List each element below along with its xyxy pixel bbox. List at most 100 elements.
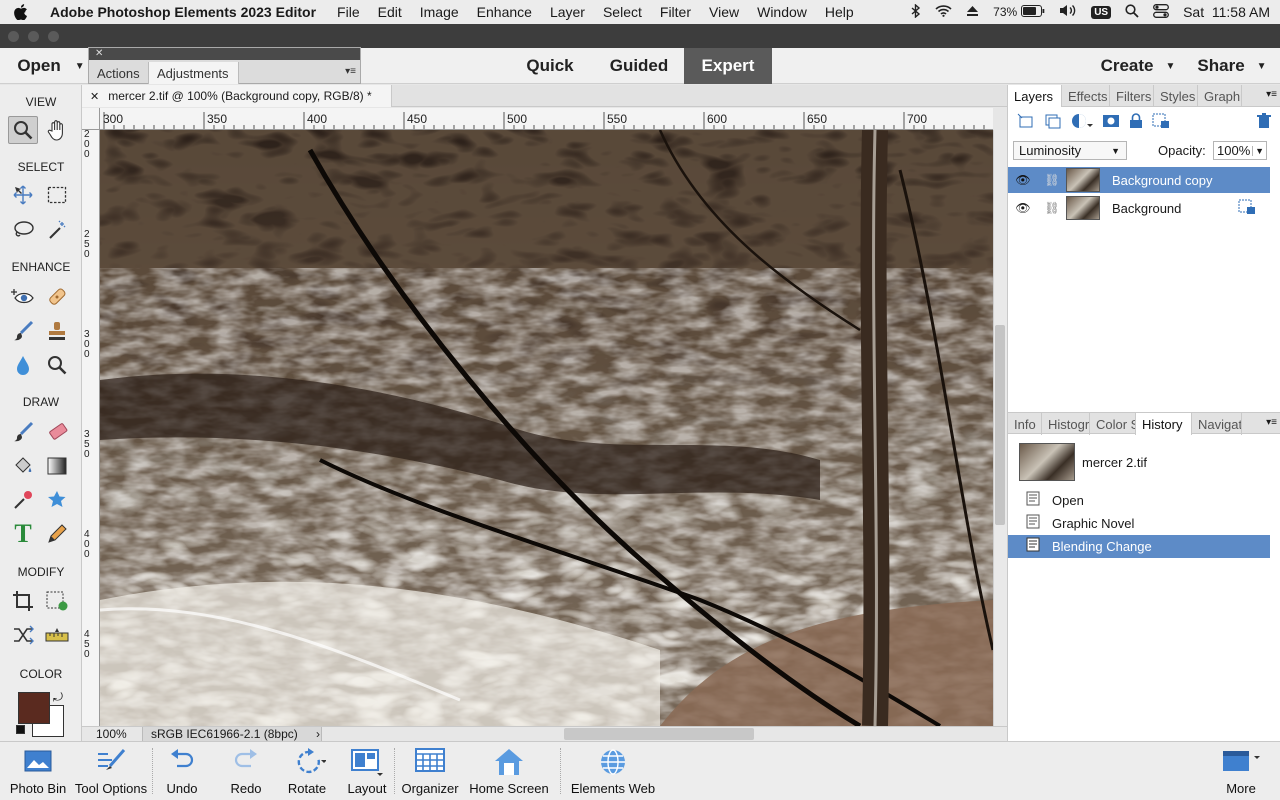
visibility-eye-icon[interactable]: 👁 (1008, 201, 1038, 215)
new-group-icon[interactable] (1044, 113, 1062, 132)
elements-web-button[interactable]: Elements Web (568, 742, 658, 800)
menubar-clock[interactable]: Sat 11:58 AM (1183, 4, 1270, 20)
tab-adjustments[interactable]: Adjustments (149, 62, 239, 84)
color-profile[interactable]: sRGB IEC61966-2.1 (8bpc) (142, 727, 322, 741)
menu-select[interactable]: Select (603, 4, 642, 20)
pencil-tool-icon[interactable] (42, 520, 72, 548)
crop-tool-icon[interactable] (8, 587, 38, 615)
lasso-tool-icon[interactable] (8, 216, 38, 244)
tab-history[interactable]: History (1136, 413, 1192, 435)
mode-quick[interactable]: Quick (516, 48, 584, 84)
new-layer-icon[interactable] (1017, 113, 1035, 132)
link-icon[interactable]: ⛓ (1038, 173, 1066, 187)
close-icon[interactable]: ✕ (95, 48, 103, 59)
straighten-tool-icon[interactable] (42, 621, 72, 649)
tab-styles[interactable]: Styles (1154, 85, 1198, 107)
tab-info[interactable]: Info (1008, 413, 1042, 435)
zoom-window-icon[interactable] (48, 31, 59, 42)
wifi-icon[interactable] (935, 4, 952, 20)
menu-edit[interactable]: Edit (378, 4, 402, 20)
menu-image[interactable]: Image (420, 4, 459, 20)
recompose-tool-icon[interactable] (42, 587, 72, 615)
app-name[interactable]: Adobe Photoshop Elements 2023 Editor (50, 4, 316, 20)
tab-color-swatches[interactable]: Color Swatches (1090, 413, 1136, 435)
share-button[interactable]: Share ▼ (1192, 48, 1272, 84)
link-icon[interactable]: ⛓ (1038, 201, 1066, 215)
organizer-button[interactable]: Organizer (400, 742, 460, 800)
menu-file[interactable]: File (337, 4, 360, 20)
bluetooth-icon[interactable] (911, 2, 921, 21)
eraser-tool-icon[interactable] (42, 418, 72, 446)
home-screen-button[interactable]: Home Screen (466, 742, 552, 800)
close-tab-icon[interactable]: ✕ (90, 90, 99, 103)
red-eye-tool-icon[interactable] (8, 283, 38, 311)
layer-row-background[interactable]: 👁 ⛓ Background (1008, 195, 1270, 221)
open-button[interactable]: Open ▼ (12, 48, 90, 84)
menu-enhance[interactable]: Enhance (477, 4, 532, 20)
menu-layer[interactable]: Layer (550, 4, 585, 20)
foreground-color-swatch[interactable] (18, 692, 50, 724)
close-window-icon[interactable] (8, 31, 19, 42)
redo-button[interactable]: Redo (224, 742, 268, 800)
magic-wand-tool-icon[interactable] (42, 216, 72, 244)
eyedropper-tool-icon[interactable] (8, 486, 38, 514)
undo-button[interactable]: Undo (160, 742, 204, 800)
history-state-graphic-novel[interactable]: Graphic Novel (1008, 512, 1270, 535)
input-source-badge[interactable]: US (1091, 5, 1112, 19)
tab-effects[interactable]: Effects (1062, 85, 1110, 107)
control-center-icon[interactable] (1153, 3, 1170, 21)
menu-view[interactable]: View (709, 4, 739, 20)
history-state-open[interactable]: Open (1008, 489, 1270, 512)
smart-brush-icon[interactable] (8, 317, 38, 345)
volume-icon[interactable] (1059, 4, 1077, 20)
chevron-down-icon[interactable]: ▼ (1252, 145, 1264, 156)
history-snapshot[interactable]: mercer 2.tif (1008, 439, 1270, 485)
panel-menu-icon[interactable]: ▾≡ (345, 66, 356, 77)
layout-button[interactable]: Layout (344, 742, 390, 800)
zoom-tool-icon[interactable] (8, 116, 38, 144)
more-button[interactable]: More (1214, 742, 1268, 800)
tab-actions[interactable]: Actions (89, 62, 149, 84)
layer-name[interactable]: Background copy (1112, 173, 1212, 188)
custom-shape-tool-icon[interactable] (42, 486, 72, 514)
opacity-field[interactable]: 100% ▼ (1213, 141, 1267, 160)
layer-row-background-copy[interactable]: 👁 ⛓ Background copy (1008, 167, 1270, 193)
spot-healing-brush-icon[interactable] (42, 283, 72, 311)
type-tool-icon[interactable]: T (8, 519, 38, 548)
image-canvas[interactable] (100, 130, 993, 726)
lock-transparent-icon[interactable] (1152, 113, 1170, 132)
tab-navigator[interactable]: Navigator (1192, 413, 1242, 435)
apple-menu-icon[interactable] (14, 0, 36, 24)
tab-graphics[interactable]: Graphics (1198, 85, 1242, 107)
zoom-level[interactable]: 100% (96, 727, 127, 741)
eject-icon[interactable] (966, 5, 979, 20)
battery-status[interactable]: 73% (993, 4, 1045, 20)
document-tab[interactable]: ✕ mercer 2.tif @ 100% (Background copy, … (82, 85, 392, 107)
brush-tool-icon[interactable] (8, 418, 38, 446)
trash-icon[interactable] (1257, 112, 1271, 132)
spotlight-search-icon[interactable] (1125, 3, 1139, 21)
layer-mask-icon[interactable] (1102, 113, 1120, 132)
rotate-button[interactable]: Rotate (284, 742, 330, 800)
marquee-tool-icon[interactable] (42, 181, 72, 209)
adjustment-layer-icon[interactable] (1071, 113, 1093, 132)
tab-filters[interactable]: Filters (1110, 85, 1154, 107)
content-aware-move-icon[interactable] (8, 621, 38, 649)
clone-stamp-tool-icon[interactable] (42, 317, 72, 345)
panel-menu-icon[interactable]: ▾≡ (1266, 417, 1277, 428)
mode-guided[interactable]: Guided (598, 48, 680, 84)
sponge-tool-icon[interactable] (42, 351, 72, 379)
default-colors-icon[interactable] (16, 725, 25, 734)
gradient-tool-icon[interactable] (42, 452, 72, 480)
create-button[interactable]: Create ▼ (1098, 48, 1178, 84)
blur-tool-icon[interactable] (8, 351, 38, 379)
tab-layers[interactable]: Layers (1008, 85, 1062, 107)
menu-help[interactable]: Help (825, 4, 854, 20)
mode-expert[interactable]: Expert (684, 48, 772, 84)
visibility-eye-icon[interactable]: 👁 (1008, 173, 1038, 187)
tab-histogram[interactable]: Histogram (1042, 413, 1090, 435)
panel-menu-icon[interactable]: ▾≡ (1266, 89, 1277, 100)
tool-options-button[interactable]: Tool Options (72, 742, 150, 800)
move-tool-icon[interactable] (8, 181, 38, 209)
chevron-right-icon[interactable]: › (316, 727, 320, 741)
